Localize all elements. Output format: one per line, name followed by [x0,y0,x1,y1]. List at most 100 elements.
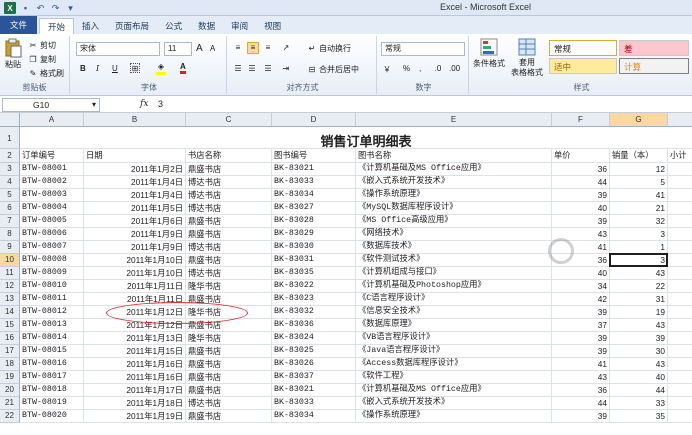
wrap-text-button[interactable]: ↵ 自动换行 [307,43,351,54]
table-cell[interactable]: 2011年1月15日 [84,345,186,358]
table-cell[interactable]: BK-83029 [272,228,356,241]
name-box-dropdown-icon[interactable]: ▾ [92,100,96,109]
table-cell[interactable]: 博达书店 [186,241,272,254]
table-cell[interactable]: 鼎盛书店 [186,410,272,423]
table-cell[interactable]: BK-83021 [272,163,356,176]
table-cell[interactable]: BK-83034 [272,410,356,423]
bold-button[interactable]: B [80,64,86,73]
table-cell[interactable]: 3 [610,228,668,241]
table-cell[interactable]: 44 [552,176,610,189]
table-cell[interactable]: 43 [610,267,668,280]
table-cell[interactable]: BK-83034 [272,189,356,202]
format-as-table-button[interactable]: 套用 表格格式 [511,38,543,78]
table-cell[interactable]: 2011年1月19日 [84,410,186,423]
table-row[interactable]: BTW-08004 [20,202,84,215]
table-cell[interactable]: 2011年1月6日 [84,215,186,228]
tab-page-layout[interactable]: 页面布局 [107,18,157,34]
table-header-cell[interactable]: 图书编号 [272,149,356,163]
style-neutral[interactable]: 适中 [549,58,617,74]
table-cell[interactable]: 37 [552,319,610,332]
orientation-button[interactable]: ↗ [281,43,291,53]
style-calculation[interactable]: 计算 [619,58,689,74]
table-cell[interactable]: 36 [552,384,610,397]
table-row[interactable]: BTW-08016 [20,358,84,371]
table-header-cell[interactable]: 小计 [668,149,692,163]
table-cell[interactable]: BK-83036 [272,319,356,332]
indent-button[interactable]: ⇥ [281,64,291,74]
table-cell[interactable]: 鼎盛书店 [186,358,272,371]
table-cell[interactable]: 19 [610,306,668,319]
table-header-cell[interactable]: 单价 [552,149,610,163]
merge-center-button[interactable]: ⊟ 合并后居中 [307,64,359,75]
paste-button[interactable]: 粘贴 [4,38,22,70]
table-cell[interactable]: 《信息安全技术》 [356,306,552,319]
table-cell[interactable]: 39 [610,332,668,345]
row-header[interactable]: 4 [0,176,20,189]
name-box[interactable]: G10 [2,98,100,112]
table-row[interactable]: BTW-08014 [20,332,84,345]
table-cell[interactable]: 35 [610,410,668,423]
table-cell[interactable]: 博达书店 [186,189,272,202]
italic-button[interactable]: I [96,64,99,73]
row-header[interactable]: 21 [0,397,20,410]
table-row[interactable]: BTW-08001 [20,163,84,176]
table-cell[interactable]: 2011年1月9日 [84,241,186,254]
font-size-select[interactable]: 11 [164,42,192,56]
format-painter-button[interactable]: ✎ 格式刷 [28,68,64,79]
underline-button[interactable]: U [112,64,118,73]
table-cell[interactable]: 2011年1月17日 [84,384,186,397]
table-cell[interactable]: 《嵌入式系统开发技术》 [356,397,552,410]
grow-font-button[interactable]: A [196,43,203,54]
table-cell[interactable]: 鼎盛书店 [186,384,272,397]
table-cell[interactable]: BK-83032 [272,306,356,319]
table-cell[interactable]: 36 [552,254,610,267]
table-cell[interactable]: 40 [552,202,610,215]
formula-input[interactable]: 3 [158,99,163,109]
row-header[interactable]: 19 [0,371,20,384]
tab-insert[interactable]: 插入 [74,18,107,34]
table-cell[interactable]: 2011年1月16日 [84,358,186,371]
table-header-cell[interactable]: 图书名称 [356,149,552,163]
table-cell[interactable]: 41 [610,189,668,202]
decrease-decimal-button[interactable]: .00 [449,64,460,74]
comma-button[interactable]: , [419,64,421,73]
table-cell[interactable]: BK-83024 [272,332,356,345]
table-cell[interactable]: BK-83033 [272,397,356,410]
table-cell[interactable]: 2011年1月9日 [84,228,186,241]
tab-formulas[interactable]: 公式 [157,18,190,34]
table-cell[interactable]: 《软件测试技术》 [356,254,552,267]
style-bad[interactable]: 差 [619,40,689,56]
table-cell[interactable] [668,319,692,332]
table-cell[interactable]: 《计算机组成与接口》 [356,267,552,280]
table-cell[interactable]: BK-83021 [272,384,356,397]
increase-decimal-button[interactable]: .0 [433,64,443,74]
table-cell[interactable]: 43 [552,228,610,241]
table-row[interactable]: BTW-08019 [20,397,84,410]
style-normal[interactable]: 常规 [549,40,617,56]
table-cell[interactable] [668,215,692,228]
row-header[interactable]: 8 [0,228,20,241]
align-bottom-button[interactable]: ≡ [263,43,273,53]
customize-toolbar-icon[interactable]: ▾ [65,3,76,14]
table-cell[interactable]: 36 [552,163,610,176]
table-cell[interactable]: 39 [552,215,610,228]
select-all-corner[interactable] [0,113,20,127]
align-right-button[interactable]: ☰ [263,64,273,74]
column-header-b[interactable]: B [84,113,186,127]
table-cell[interactable] [668,202,692,215]
table-cell[interactable]: 鼎盛书店 [186,371,272,384]
table-cell[interactable]: 《计算机基础及Photoshop应用》 [356,280,552,293]
shrink-font-button[interactable]: A [210,44,215,53]
table-cell[interactable]: 43 [610,319,668,332]
table-cell[interactable]: 2011年1月12日 [84,319,186,332]
table-cell[interactable] [668,267,692,280]
table-cell[interactable]: 《MS Office高级应用》 [356,215,552,228]
table-cell[interactable]: 34 [552,280,610,293]
align-middle-button[interactable]: ≡ [247,42,259,54]
table-cell[interactable] [668,345,692,358]
table-cell[interactable]: 《MySQL数据库程序设计》 [356,202,552,215]
font-color-button[interactable]: A [180,62,186,74]
table-row[interactable]: BTW-08007 [20,241,84,254]
table-cell[interactable]: 42 [552,293,610,306]
row-header[interactable]: 22 [0,410,20,423]
